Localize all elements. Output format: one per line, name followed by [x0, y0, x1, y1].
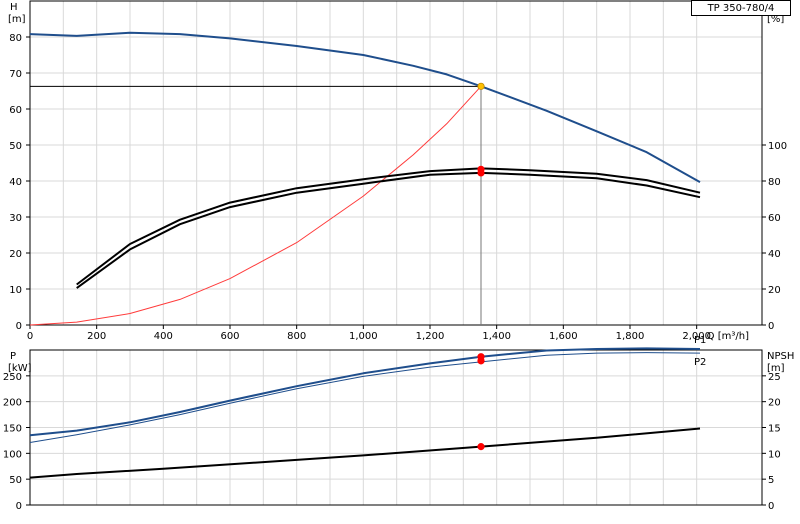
operating-point-marker [477, 443, 485, 451]
y-left-tick-label: 70 [9, 69, 22, 80]
y-right-axis-unit: [m] [767, 363, 785, 374]
y-left-tick-label: 0 [16, 321, 22, 332]
y-left-tick-label: 10 [9, 285, 22, 296]
y-left-tick-label: 20 [9, 249, 22, 260]
y-left-tick-label: 30 [9, 213, 22, 224]
y-right-tick-label: 15 [768, 424, 781, 435]
y-right-tick-label: 60 [768, 213, 781, 224]
curve-eta_2 [76, 171, 701, 289]
y-left-tick-label: 50 [9, 475, 22, 486]
x-tick-label: 1,800 [616, 331, 645, 342]
pump-curve-chart: 01020304050607080020406080100H[m]eta[%]0… [0, 0, 800, 520]
series-label-p2: P2 [694, 357, 706, 368]
x-tick-label: 0 [27, 331, 33, 342]
y-left-axis-title: P [10, 351, 16, 362]
x-tick-label: 1,200 [416, 331, 445, 342]
y-right-tick-label: 0 [768, 321, 774, 332]
series-label-p1: P1 [694, 335, 706, 346]
y-left-tick-label: 0 [16, 501, 22, 512]
x-tick-label: 600 [220, 331, 239, 342]
operating-point-marker [477, 82, 485, 90]
x-tick-label: 1,000 [349, 331, 378, 342]
y-right-tick-label: 10 [768, 449, 781, 460]
y-right-tick-label: 20 [768, 285, 781, 296]
y-left-axis-unit: [kW] [8, 363, 32, 374]
y-left-tick-label: 100 [3, 449, 22, 460]
x-tick-label: 1,400 [482, 331, 511, 342]
plot-frame [29, 0, 763, 326]
y-right-tick-label: 100 [768, 141, 787, 152]
y-right-tick-label: 80 [768, 177, 781, 188]
y-left-axis-unit: [m] [8, 14, 26, 25]
y-right-tick-label: 20 [768, 398, 781, 409]
y-left-tick-label: 40 [9, 177, 22, 188]
curve-eta_1 [76, 167, 701, 286]
y-right-axis-title: NPSH [767, 351, 794, 362]
operating-point-marker [477, 357, 485, 365]
y-left-tick-label: 50 [9, 141, 22, 152]
y-left-tick-label: 60 [9, 105, 22, 116]
y-left-tick-label: 200 [3, 398, 22, 409]
x-tick-label: 200 [87, 331, 106, 342]
model-label: TP 350-780/4 [691, 0, 791, 16]
x-tick-label: 1,600 [549, 331, 578, 342]
y-right-tick-label: 0 [768, 501, 774, 512]
x-axis-title: Q [m³/h] [707, 331, 749, 342]
y-left-axis-title: H [10, 2, 18, 13]
y-left-tick-label: 150 [3, 424, 22, 435]
operating-point-marker [477, 169, 485, 177]
y-left-tick-label: 80 [9, 33, 22, 44]
x-tick-label: 400 [154, 331, 173, 342]
y-right-tick-label: 5 [768, 475, 774, 486]
x-tick-label: 800 [287, 331, 306, 342]
chart-canvas: 01020304050607080020406080100H[m]eta[%]0… [3, 0, 794, 512]
y-right-tick-label: 40 [768, 249, 781, 260]
